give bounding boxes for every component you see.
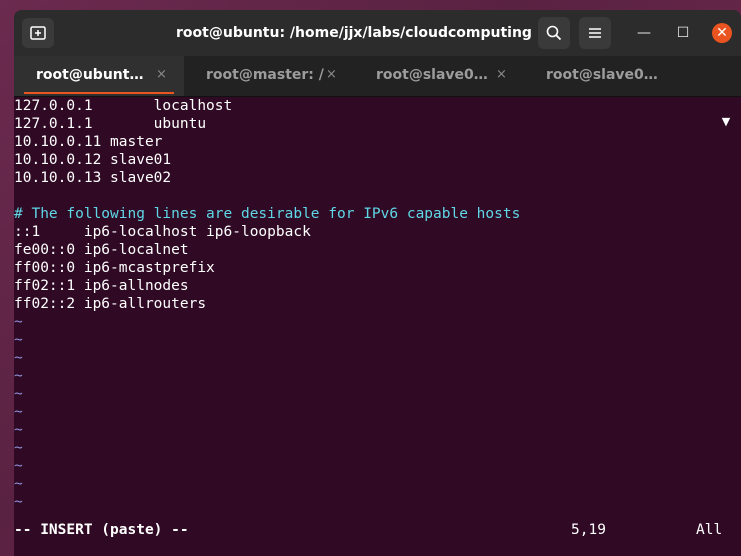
terminal-line: fe00::0 ip6-localnet: [14, 242, 189, 258]
empty-line-tilde: ~: [14, 350, 23, 366]
new-tab-icon: [30, 26, 46, 40]
minimize-button[interactable]: —: [634, 23, 654, 43]
empty-line-tilde: ~: [14, 422, 23, 438]
vim-mode-indicator: -- INSERT (paste) --: [14, 522, 189, 538]
tab-label: root@ubunt…: [36, 67, 144, 83]
tab-root-slave01[interactable]: root@slave0… ×: [354, 56, 524, 96]
tab-close-icon[interactable]: ×: [326, 56, 337, 94]
terminal-window: root@ubuntu: /home/jjx/labs/cloudcomputi…: [14, 10, 741, 556]
empty-line-tilde: ~: [14, 458, 23, 474]
maximize-button[interactable]: ☐: [673, 23, 693, 43]
empty-line-tilde: ~: [14, 476, 23, 492]
empty-line-tilde: ~: [14, 314, 23, 330]
cursor-position: 5,19: [571, 522, 606, 538]
search-button[interactable]: [538, 17, 570, 49]
tab-label: root@slave0…: [546, 67, 658, 83]
empty-line-tilde: ~: [14, 332, 23, 348]
terminal-line: 127.0.1.1 ubuntu: [14, 116, 207, 132]
scroll-position: All: [696, 522, 723, 538]
vim-status-bar: -- INSERT (paste) -- 5,19 All: [14, 521, 737, 539]
terminal-comment-line: # The following lines are desirable for …: [14, 206, 521, 222]
menu-button[interactable]: [579, 17, 611, 49]
terminal-line: ::1 ip6-localhost ip6-loopback: [14, 224, 311, 240]
title-bar: root@ubuntu: /home/jjx/labs/cloudcomputi…: [14, 10, 741, 56]
window-title: root@ubuntu: /home/jjx/labs/cloudcomputi…: [176, 25, 532, 41]
tab-bar: root@ubunt… × root@master: / × root@slav…: [14, 56, 741, 128]
tab-close-icon[interactable]: ×: [496, 56, 507, 94]
search-icon: [546, 25, 562, 41]
tab-root-ubuntu[interactable]: root@ubunt… ×: [14, 56, 184, 96]
tab-close-icon[interactable]: ×: [156, 56, 167, 94]
terminal-content[interactable]: 127.0.0.1 localhost 127.0.1.1 ubuntu 10.…: [14, 97, 741, 556]
terminal-line: ff00::0 ip6-mcastprefix: [14, 260, 215, 276]
terminal-line: 10.10.0.11 master: [14, 134, 163, 150]
terminal-line: ff02::2 ip6-allrouters: [14, 296, 207, 312]
terminal-line: 10.10.0.12 slave01: [14, 152, 172, 168]
empty-line-tilde: ~: [14, 368, 23, 384]
tab-label: root@master: /: [206, 67, 324, 83]
terminal-line: ff02::1 ip6-allnodes: [14, 278, 189, 294]
new-tab-button[interactable]: [22, 18, 54, 48]
hamburger-menu-icon: [589, 28, 601, 38]
empty-line-tilde: ~: [14, 404, 23, 420]
empty-line-tilde: ~: [14, 494, 23, 510]
empty-line-tilde: ~: [14, 386, 23, 402]
terminal-line: 127.0.0.1 localhost: [14, 98, 233, 114]
terminal-line: 10.10.0.13 slave02: [14, 170, 172, 186]
empty-line-tilde: ~: [14, 440, 23, 456]
tab-root-master[interactable]: root@master: / ×: [184, 56, 354, 96]
tab-root-slave02[interactable]: root@slave0…: [524, 56, 694, 96]
close-button[interactable]: ✕: [712, 23, 732, 43]
tab-label: root@slave0…: [376, 67, 488, 83]
